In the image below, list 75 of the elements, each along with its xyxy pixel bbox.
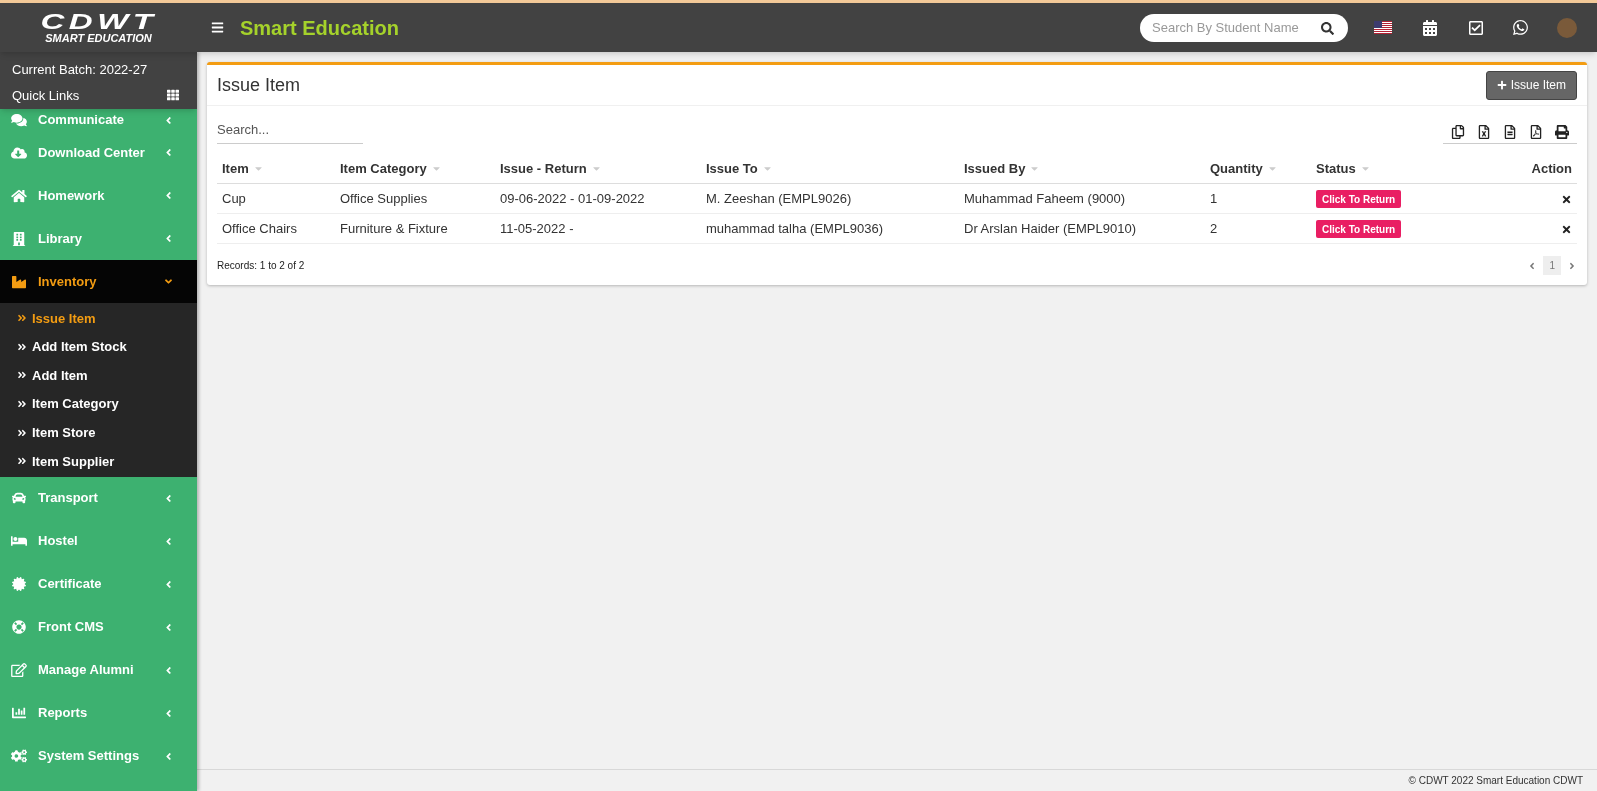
calendar-icon[interactable] — [1422, 19, 1438, 36]
caret-icon — [163, 276, 174, 287]
column-header[interactable]: Status — [1311, 153, 1461, 184]
table-search-field[interactable]: Search... — [217, 120, 363, 144]
delete-icon[interactable] — [1561, 223, 1572, 235]
column-header[interactable]: Action — [1461, 153, 1577, 184]
home-icon — [11, 188, 27, 203]
next-page-icon[interactable] — [1567, 260, 1577, 271]
column-header[interactable]: Item — [217, 153, 335, 184]
double-chevron-icon — [17, 456, 27, 467]
return-button[interactable]: Click To Return — [1316, 220, 1402, 239]
gears-icon — [11, 749, 27, 764]
page-button[interactable]: 1 — [1543, 256, 1561, 275]
copy-icon[interactable] — [1451, 124, 1465, 139]
bed-icon — [11, 534, 27, 549]
submenu-item[interactable]: Add Item Stock — [0, 332, 197, 362]
chat-bubble-icon[interactable] — [1512, 19, 1529, 36]
seal-icon — [11, 577, 27, 592]
factory-icon — [11, 274, 27, 289]
us-flag-icon[interactable] — [1374, 21, 1392, 34]
return-button[interactable]: Click To Return — [1316, 190, 1402, 209]
submenu-item[interactable]: Item Store — [0, 418, 197, 447]
table-cell: Muhammad Faheem (9000) — [959, 183, 1205, 214]
column-header[interactable]: Issued By — [959, 153, 1205, 184]
table-cell: 09-06-2022 - 01-09-2022 — [495, 183, 701, 214]
double-chevron-icon — [17, 370, 27, 381]
logo[interactable]: CDWT SMART EDUCATION — [0, 11, 197, 44]
records-count: Records: 1 to 2 of 2 — [217, 259, 305, 273]
document-icon[interactable] — [1503, 124, 1517, 139]
table-cell: M. Zeeshan (EMPL9026) — [701, 183, 959, 214]
search-icon[interactable] — [1321, 21, 1334, 35]
app-title: Smart Education — [240, 15, 399, 41]
excel-file-icon[interactable] — [1477, 124, 1491, 139]
chat-icon — [11, 113, 27, 127]
panel-title: Issue Item — [217, 73, 301, 97]
table-cell: Furniture & Fixture — [335, 213, 495, 244]
building-icon — [11, 231, 27, 246]
issue-item-button[interactable]: Issue Item — [1485, 70, 1577, 100]
submenu-item[interactable]: Issue Item — [0, 304, 197, 333]
double-chevron-icon — [17, 399, 27, 410]
checkbox-icon[interactable] — [1468, 19, 1484, 36]
grid-icon[interactable] — [167, 89, 179, 102]
column-header[interactable]: Issue - Return — [495, 153, 701, 184]
column-header[interactable]: Issue To — [701, 153, 959, 184]
table-cell: Office Supplies — [335, 183, 495, 214]
submenu-item[interactable]: Add Item — [0, 361, 197, 390]
table-cell: Dr Arslan Haider (EMPL9010) — [959, 213, 1205, 244]
submenu-item[interactable]: Item Category — [0, 389, 197, 419]
edit-icon — [11, 663, 27, 678]
bar-chart-icon — [11, 706, 27, 721]
table-cell: Cup — [217, 183, 335, 214]
student-search-field[interactable]: Search By Student Name — [1140, 13, 1348, 42]
print-icon[interactable] — [1555, 124, 1569, 139]
plus-icon — [1496, 80, 1507, 90]
sidebar-item[interactable]: Inventory — [0, 260, 197, 303]
submenu-item[interactable]: Item Supplier — [0, 446, 197, 476]
quick-links[interactable]: Quick Links — [12, 85, 80, 105]
ring-icon — [11, 620, 27, 635]
current-batch: Current Batch: 2022-27 — [12, 61, 149, 79]
table-cell: Office Chairs — [217, 213, 335, 244]
table-cell: 2 — [1205, 213, 1311, 244]
delete-icon[interactable] — [1561, 193, 1572, 205]
double-chevron-icon — [17, 313, 27, 324]
table-cell: muhammad talha (EMPL9036) — [701, 213, 959, 244]
menu-icon[interactable] — [211, 21, 224, 34]
double-chevron-icon — [17, 427, 27, 438]
table-cell: 1 — [1205, 183, 1311, 214]
column-header[interactable]: Quantity — [1205, 153, 1311, 184]
cloud-download-icon — [11, 145, 27, 160]
pdf-file-icon[interactable] — [1529, 124, 1543, 139]
footer-text: © CDWT 2022 Smart Education CDWT — [1408, 774, 1583, 788]
double-chevron-icon — [17, 341, 27, 352]
car-icon — [11, 491, 27, 506]
table-cell: 11-05-2022 - — [495, 213, 701, 244]
column-header[interactable]: Item Category — [335, 153, 495, 184]
